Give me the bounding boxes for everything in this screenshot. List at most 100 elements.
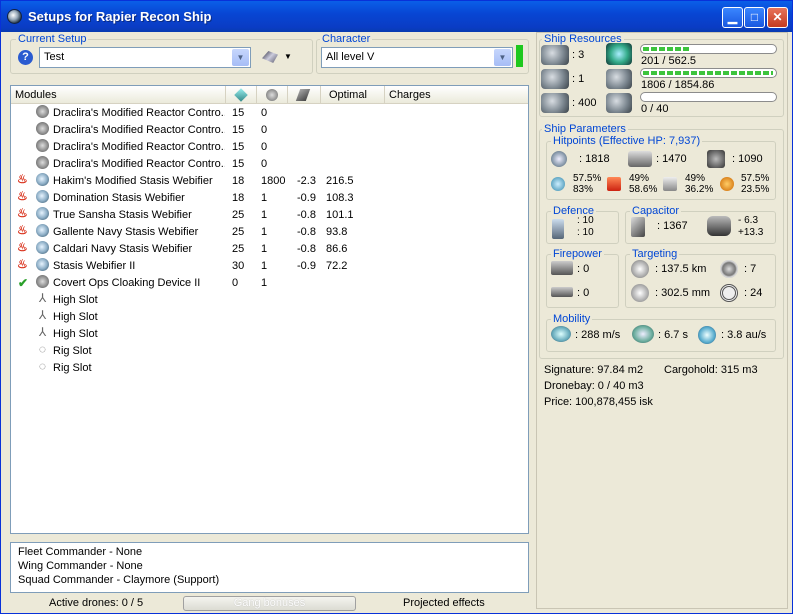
minimize-button[interactable]: ▁ <box>722 7 743 28</box>
commanders-box[interactable]: Fleet Commander - None Wing Commander - … <box>10 542 529 593</box>
kinetic-resist-icon <box>663 177 677 191</box>
module-c2-value: 1 <box>261 192 268 204</box>
firepower-value-a: : 0 <box>577 263 590 275</box>
module-row[interactable]: ♨ Stasis Webifier II 30 1 -0.9 72.2 <box>11 258 528 275</box>
module-row[interactable]: Draclira's Modified Reactor Contro... 15 0 <box>11 139 528 156</box>
module-row[interactable]: ◌ Rig Slot <box>11 360 528 377</box>
warp-speed-icon <box>698 326 716 344</box>
overheat-icon[interactable]: ♨ <box>17 207 30 220</box>
module-name: Rig Slot <box>53 345 92 357</box>
module-row[interactable]: ⅄ High Slot <box>11 292 528 309</box>
help-icon[interactable]: ? <box>18 50 33 65</box>
capacitor-capacity: : 1367 <box>657 220 688 232</box>
module-row[interactable]: ⅄ High Slot <box>11 326 528 343</box>
column-charges[interactable]: Charges <box>385 86 528 104</box>
module-list[interactable]: Modules Optimal Charges Draclira's Modif… <box>10 85 529 534</box>
column-modules[interactable]: Modules <box>11 86 226 104</box>
module-row[interactable]: ♨ Caldari Navy Stasis Webifier 25 1 -0.8 86.6 <box>11 241 528 258</box>
module-name: Draclira's Modified Reactor Contro... <box>53 141 225 153</box>
app-icon[interactable] <box>7 9 22 24</box>
module-c4-value: 72.2 <box>326 260 348 272</box>
module-c3-value: -0.9 <box>297 260 316 272</box>
module-row[interactable]: ✔ Covert Ops Cloaking Device II 0 1 <box>11 275 528 292</box>
title-bar[interactable]: Setups for Rapier Recon Ship ▁ □ ✕ <box>1 1 792 32</box>
defence-value-a: : 10 <box>577 215 594 226</box>
gang-bonuses-button[interactable]: Gang bonuses <box>183 596 356 611</box>
module-row[interactable]: ♨ Gallente Navy Stasis Webifier 25 1 -0.8 93.… <box>11 224 528 241</box>
module-row[interactable]: ♨ True Sansha Stasis Webifier 25 1 -0.8 101.1 <box>11 207 528 224</box>
firepower-value-b: : 0 <box>577 287 590 299</box>
max-targets-icon <box>720 260 738 278</box>
module-name: Draclira's Modified Reactor Contro... <box>53 158 225 170</box>
targeting-range-icon <box>631 260 649 278</box>
module-row[interactable]: ♨ Hakim's Modified Stasis Webifier 18 1800-… <box>11 173 528 190</box>
overheat-icon[interactable]: ♨ <box>17 190 30 203</box>
module-c3-value: -0.9 <box>297 192 316 204</box>
defence-value-b: : 10 <box>577 227 594 238</box>
shield-hp: : 1818 <box>579 153 610 165</box>
speed-column-icon <box>295 89 311 101</box>
calibration-value: : 400 <box>572 97 597 109</box>
calibration-icon <box>541 93 569 113</box>
dronebay-capacity: Dronebay: 0 / 40 m3 <box>544 380 644 392</box>
fleet-commander: Fleet Commander - None <box>18 546 143 558</box>
rig-slot-icon: ◌ <box>38 360 47 373</box>
overheat-icon[interactable]: ♨ <box>17 173 30 186</box>
powergrid-icon <box>606 69 632 89</box>
module-row[interactable]: ♨ Domination Stasis Webifier 18 1 -0.9 108.3 <box>11 190 528 207</box>
stasis-webifier-icon <box>36 207 49 220</box>
armor-icon <box>628 151 652 167</box>
module-row[interactable]: Draclira's Modified Reactor Contro... 15 0 <box>11 122 528 139</box>
module-c3-value: -0.8 <box>297 209 316 221</box>
turret-hardpoint-icon <box>541 45 569 65</box>
projected-effects-button[interactable]: Projected effects <box>403 597 485 609</box>
capacitor-recharge-icon <box>707 216 731 236</box>
window-title: Setups for Rapier Recon Ship <box>28 9 212 24</box>
stasis-webifier-icon <box>36 224 49 237</box>
power-column-icon <box>266 89 278 101</box>
overheat-icon[interactable]: ♨ <box>17 224 30 237</box>
module-c1-value: 25 <box>232 209 245 221</box>
thermal-resist-armor: 58.6% <box>629 184 658 195</box>
thermal-resist-icon <box>607 177 621 191</box>
chevron-down-icon[interactable]: ▼ <box>232 49 249 66</box>
cpu-value: 201 / 562.5 <box>641 55 697 67</box>
module-row[interactable]: ⅄ High Slot <box>11 309 528 326</box>
column-optimal[interactable]: Optimal <box>321 86 385 104</box>
column-cpu[interactable] <box>226 86 257 104</box>
scan-resolution: : 302.5 mm <box>655 287 711 299</box>
column-power[interactable] <box>257 86 288 104</box>
overheat-icon[interactable]: ♨ <box>17 258 30 271</box>
active-check-icon[interactable]: ✔ <box>18 275 31 288</box>
module-c4-value: 101.1 <box>326 209 354 221</box>
close-button[interactable]: ✕ <box>767 7 788 28</box>
overheat-icon[interactable]: ♨ <box>17 241 30 254</box>
module-row[interactable]: Draclira's Modified Reactor Contro... 15 0 <box>11 156 528 173</box>
cloaking-device-icon <box>36 275 49 288</box>
module-name: Domination Stasis Webifier <box>53 192 185 204</box>
module-c3-value: -2.3 <box>297 175 316 187</box>
module-c3-value: -0.8 <box>297 226 316 238</box>
module-name: High Slot <box>53 294 98 306</box>
velocity-icon <box>551 326 571 342</box>
thermal-resist-shield: 49% <box>629 173 650 184</box>
setup-select[interactable]: Test ▼ <box>39 47 251 68</box>
explosive-resist-shield: 57.5% <box>741 173 770 184</box>
chevron-down-icon[interactable]: ▼ <box>494 49 511 66</box>
module-name: Draclira's Modified Reactor Contro... <box>53 124 225 136</box>
structure-icon <box>707 150 725 168</box>
character-select[interactable]: All level V ▼ <box>321 47 513 68</box>
cargohold-capacity: Cargohold: 315 m3 <box>664 364 758 376</box>
column-speed[interactable] <box>288 86 321 104</box>
module-list-header: Modules Optimal Charges <box>11 86 528 104</box>
stasis-webifier-icon <box>36 258 49 271</box>
missile-dps-icon <box>551 287 573 297</box>
dronebay-value: 0 / 40 <box>641 103 669 115</box>
module-row[interactable]: ◌ Rig Slot <box>11 343 528 360</box>
module-c2-value: 0 <box>261 124 268 136</box>
character-status-indicator <box>516 45 523 67</box>
module-c1-value: 25 <box>232 243 245 255</box>
maximize-button[interactable]: □ <box>744 7 765 28</box>
ship-menu-button[interactable]: ▼ <box>262 49 294 66</box>
module-row[interactable]: Draclira's Modified Reactor Contro... 15 0 <box>11 105 528 122</box>
